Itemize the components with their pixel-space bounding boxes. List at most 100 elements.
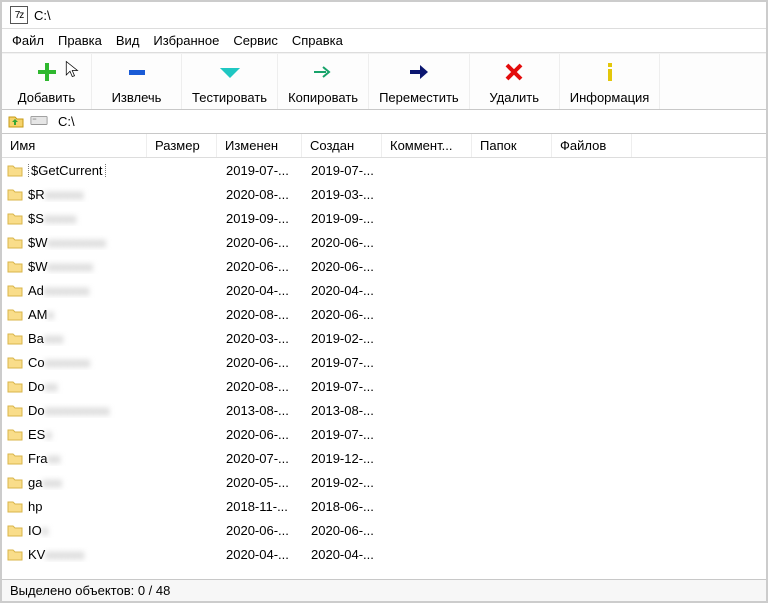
table-row[interactable]: $Wxxxxxxxxx2020-06-...2020-06-... [2,230,766,254]
cell-name: $Wxxxxxxxxx [28,235,156,250]
column-headers: Имя Размер Изменен Создан Коммент... Пап… [2,134,766,158]
cell-created: 2019-07-... [311,163,391,178]
menu-edit[interactable]: Правка [58,33,102,48]
folder-icon [6,379,24,393]
table-row[interactable]: $Wxxxxxxx2020-06-...2020-06-... [2,254,766,278]
cell-modified: 2020-07-... [226,451,311,466]
folder-icon [6,235,24,249]
folder-icon [6,187,24,201]
path-input[interactable]: C:\ [54,112,760,131]
col-size[interactable]: Размер [147,134,217,157]
add-button[interactable]: Добавить [2,54,92,109]
cell-created: 2019-03-... [311,187,391,202]
cursor-icon [64,60,82,78]
cell-created: 2020-06-... [311,307,391,322]
folder-icon [6,307,24,321]
cell-created: 2019-07-... [311,427,391,442]
menu-view[interactable]: Вид [116,33,140,48]
table-row[interactable]: Adxxxxxxx 2020-04-...2020-04-... [2,278,766,302]
cell-modified: 2020-03-... [226,331,311,346]
col-files[interactable]: Файлов [552,134,632,157]
folder-icon [6,211,24,225]
cell-modified: 2020-08-... [226,187,311,202]
cell-created: 2018-06-... [311,499,391,514]
plus-icon [35,60,59,87]
folder-icon [6,451,24,465]
table-row[interactable]: Fraxx2020-07-...2019-12-... [2,446,766,470]
extract-button[interactable]: Извлечь [92,54,182,109]
cell-modified: 2020-06-... [226,523,311,538]
table-row[interactable]: Coxxxxxxx2020-06-...2019-07-... [2,350,766,374]
table-row[interactable]: AMx2020-08-...2020-06-... [2,302,766,326]
cell-name: IOx [28,523,156,538]
table-row[interactable]: $Rxxxxxx 2020-08-...2019-03-... [2,182,766,206]
cell-modified: 2020-04-... [226,283,311,298]
col-folders[interactable]: Папок [472,134,552,157]
col-modified[interactable]: Изменен [217,134,302,157]
table-row[interactable]: IOx 2020-06-...2020-06-... [2,518,766,542]
menu-file[interactable]: Файл [12,33,44,48]
cell-created: 2019-02-... [311,475,391,490]
x-icon [502,60,526,87]
menu-favorites[interactable]: Избранное [153,33,219,48]
cell-name: $Rxxxxxx [28,187,156,202]
table-row[interactable]: Baxxx2020-03-...2019-02-... [2,326,766,350]
col-comment[interactable]: Коммент... [382,134,472,157]
cell-created: 2020-04-... [311,283,391,298]
cell-created: 2019-09-... [311,211,391,226]
copy-label: Копировать [288,90,358,105]
delete-button[interactable]: Удалить [470,54,560,109]
menu-tools[interactable]: Сервис [233,33,278,48]
menubar: Файл Правка Вид Избранное Сервис Справка [2,29,766,53]
col-created[interactable]: Создан [302,134,382,157]
col-name[interactable]: Имя [2,134,147,157]
folder-icon [6,547,24,561]
info-label: Информация [570,90,650,105]
cell-created: 2020-06-... [311,235,391,250]
test-button[interactable]: Тестировать [182,54,278,109]
table-row[interactable]: $Sxxxxx 2019-09-...2019-09-... [2,206,766,230]
cell-name: Adxxxxxxx [28,283,156,298]
table-row[interactable]: Doxx2020-08-...2019-07-... [2,374,766,398]
cell-modified: 2020-06-... [226,259,311,274]
folder-icon [6,403,24,417]
copy-button[interactable]: Копировать [278,54,369,109]
cell-modified: 2019-09-... [226,211,311,226]
cell-modified: 2020-05-... [226,475,311,490]
test-label: Тестировать [192,90,267,105]
cell-name: AMx [28,307,156,322]
table-row[interactable]: Doxxxxxxxxxx2013-08-...2013-08-... [2,398,766,422]
cell-name: $Sxxxxx [28,211,156,226]
window-title: C:\ [34,8,51,23]
minus-icon [125,60,149,87]
cell-name: Coxxxxxxx [28,355,156,370]
cell-modified: 2020-06-... [226,427,311,442]
file-list[interactable]: Имя Размер Изменен Создан Коммент... Пап… [2,134,766,579]
cell-created: 2020-06-... [311,523,391,538]
titlebar: 7z C:\ [2,2,766,29]
table-row[interactable]: hp2018-11-...2018-06-... [2,494,766,518]
cell-modified: 2020-06-... [226,355,311,370]
move-label: Переместить [379,90,459,105]
pathbar: C:\ [2,110,766,134]
info-button[interactable]: Информация [560,54,661,109]
info-icon [598,60,622,87]
folder-icon [6,499,24,513]
cell-created: 2019-07-... [311,379,391,394]
folder-icon [6,283,24,297]
cell-created: 2013-08-... [311,403,391,418]
move-button[interactable]: Переместить [369,54,470,109]
table-row[interactable]: ESx2020-06-...2019-07-... [2,422,766,446]
check-icon [218,60,242,87]
table-row[interactable]: KVxxxxxx2020-04-...2020-04-... [2,542,766,566]
folder-icon [6,259,24,273]
cell-modified: 2019-07-... [226,163,311,178]
table-row[interactable]: gaxxx2020-05-...2019-02-... [2,470,766,494]
table-row[interactable]: $GetCurrent2019-07-...2019-07-... [2,158,766,182]
folder-icon [6,331,24,345]
folder-icon [6,523,24,537]
menu-help[interactable]: Справка [292,33,343,48]
cell-name: Fraxx [28,451,156,466]
cell-name: Doxxxxxxxxxx [28,403,156,418]
up-folder-button[interactable] [8,112,24,131]
